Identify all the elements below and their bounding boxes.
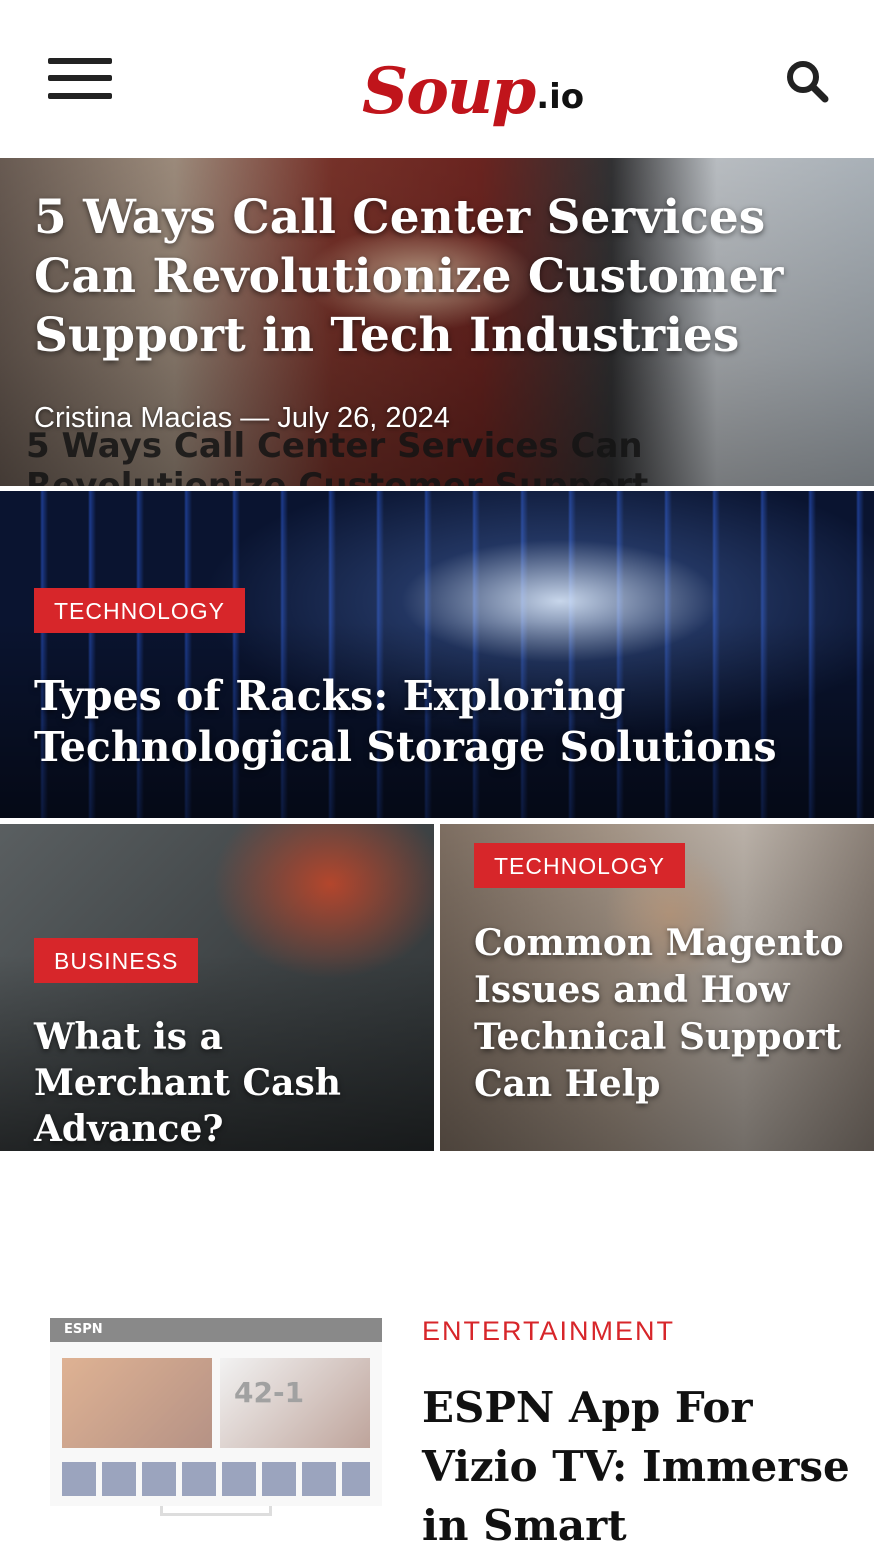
featured-title[interactable]: 5 Ways Call Center Services Can Revoluti…	[34, 188, 834, 365]
featured-card-magento[interactable]: TECHNOLOGY Common Magento Issues and How…	[440, 824, 874, 1151]
category-badge[interactable]: BUSINESS	[34, 938, 199, 983]
post-date: July 26, 2024	[277, 402, 450, 434]
thumb-score-text: 42-1	[234, 1376, 305, 1409]
post-thumbnail[interactable]: ESPN 42-1	[50, 1318, 382, 1506]
byline: Cristina Macias — July 26, 2024	[34, 402, 450, 435]
featured-card-racks[interactable]: TECHNOLOGY Types of Racks: Exploring Tec…	[0, 491, 874, 818]
overlay-ghost-text: 5 Ways Call Center Services Can Revoluti…	[26, 426, 649, 486]
post-category-link[interactable]: ENTERTAINMENT	[422, 1316, 675, 1347]
thumb-brand-text: ESPN	[64, 1322, 103, 1337]
site-logo[interactable]: Soup .io	[362, 34, 584, 129]
hamburger-menu-icon[interactable]	[48, 58, 112, 100]
search-icon[interactable]	[784, 58, 830, 104]
category-badge[interactable]: TECHNOLOGY	[34, 588, 246, 633]
featured-title[interactable]: What is a Merchant Cash Advance?	[34, 1014, 414, 1151]
logo-tld-text: .io	[536, 77, 585, 117]
featured-card-merchant-cash[interactable]: BUSINESS What is a Merchant Cash Advance…	[0, 824, 434, 1151]
tv-stand-graphic	[160, 1506, 272, 1516]
featured-title[interactable]: Types of Racks: Exploring Technological …	[34, 671, 854, 773]
site-header: Soup .io	[0, 0, 874, 158]
author-name[interactable]: Cristina Macias	[34, 402, 232, 434]
post-title[interactable]: ESPN App For Vizio TV: Immerse in Smart	[422, 1378, 852, 1555]
category-badge[interactable]: TECHNOLOGY	[474, 843, 686, 888]
byline-separator: —	[240, 402, 270, 434]
logo-main-text: Soup	[362, 54, 536, 129]
featured-title[interactable]: Common Magento Issues and How Technical …	[474, 920, 854, 1108]
featured-card-call-center[interactable]: 5 Ways Call Center Services Can Revoluti…	[0, 158, 874, 486]
